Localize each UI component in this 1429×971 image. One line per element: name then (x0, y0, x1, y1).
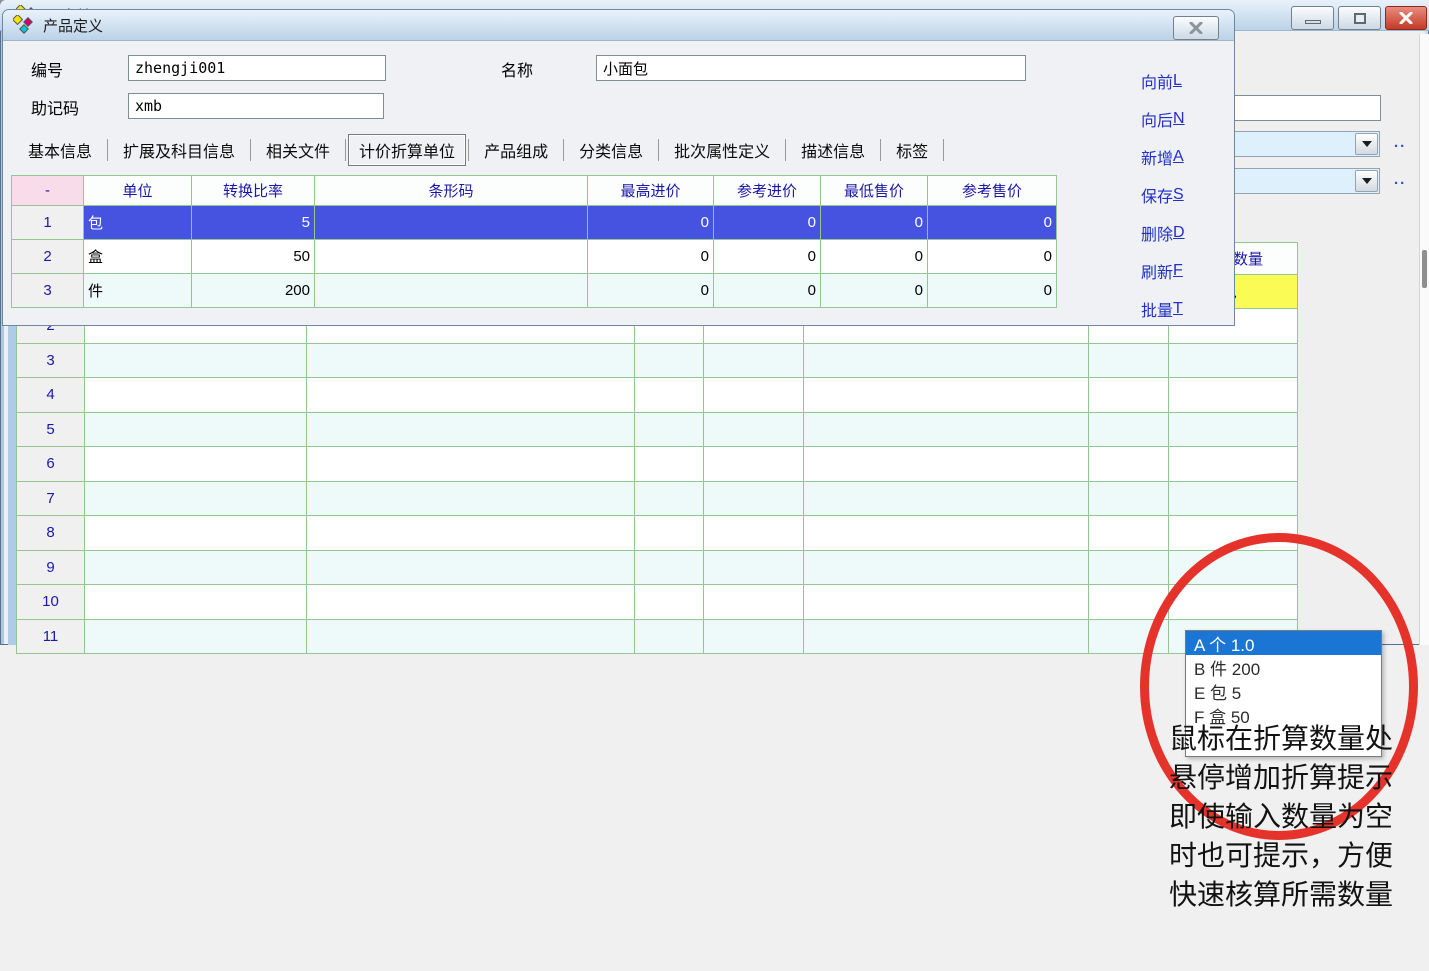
name-label: 名称 (501, 56, 533, 82)
table-row[interactable]: 9 (17, 550, 1298, 585)
tab-7[interactable]: 描述信息 (788, 135, 878, 165)
table-row[interactable]: 8 (17, 516, 1298, 551)
product-window-title: 产品定义 (43, 15, 103, 36)
tab-separator (943, 139, 944, 161)
table-row[interactable]: 1 包 5 0 0 0 0 (12, 206, 1057, 240)
tab-separator (658, 139, 659, 161)
workshop-lookup-dots[interactable]: .. (1394, 171, 1406, 188)
app-icon (13, 15, 35, 35)
annotation-line: 快速核算所需数量 (1169, 875, 1419, 914)
annotation-line: 悬停增加折算提示 (1169, 758, 1419, 797)
tab-separator (563, 139, 564, 161)
chevron-down-icon[interactable] (1355, 170, 1378, 192)
tab-separator (785, 139, 786, 161)
side-button-A[interactable]: 新增A (1141, 138, 1185, 176)
close-button[interactable] (1173, 16, 1219, 40)
side-button-T[interactable]: 批量T (1141, 290, 1185, 328)
tab-separator (345, 139, 346, 161)
mnemonic-input[interactable]: xmb (128, 93, 384, 119)
ratio-header[interactable]: 转换比率 (192, 176, 315, 206)
name-input[interactable]: 小面包 (596, 55, 1026, 81)
vertical-scrollbar[interactable] (1419, 34, 1429, 645)
side-button-S[interactable]: 保存S (1141, 176, 1185, 214)
table-row[interactable]: 11 (17, 619, 1298, 654)
side-button-D[interactable]: 删除D (1141, 214, 1185, 252)
mnemonic-label: 助记码 (31, 94, 79, 120)
code-input[interactable]: zhengji001 (128, 55, 386, 81)
close-icon (1399, 12, 1413, 24)
chevron-down-icon[interactable] (1355, 133, 1378, 155)
tab-6[interactable]: 批次属性定义 (661, 135, 783, 165)
tab-5[interactable]: 分类信息 (566, 135, 656, 165)
tab-separator (468, 139, 469, 161)
entry-table-body: 1 zhengji001 小面包 个 60 0 1 盒+2 包 23456789… (17, 275, 1298, 654)
max-purchase-header[interactable]: 最高进价 (588, 176, 714, 206)
annotation-line: 鼠标在折算数量处 (1169, 719, 1419, 758)
close-icon (1189, 22, 1203, 34)
tab-1[interactable]: 扩展及科目信息 (110, 135, 248, 165)
product-window-titlebar[interactable]: 产品定义 (3, 10, 1234, 41)
scrollbar-thumb[interactable] (1422, 250, 1427, 288)
barcode-header[interactable]: 条形码 (315, 176, 588, 206)
tab-4[interactable]: 产品组成 (471, 135, 561, 165)
table-row[interactable]: 10 (17, 585, 1298, 620)
screen: 产品定义 编号 zhengji001 名称 小面包 助记码 xmb 基本信息扩展… (0, 0, 1429, 971)
tab-separator (880, 139, 881, 161)
side-button-F[interactable]: 刷新F (1141, 252, 1185, 290)
tab-3[interactable]: 计价折算单位 (348, 134, 466, 166)
table-row[interactable]: 6 (17, 447, 1298, 482)
maximize-icon (1354, 13, 1366, 24)
product-definition-window: 产品定义 编号 zhengji001 名称 小面包 助记码 xmb 基本信息扩展… (2, 9, 1235, 326)
ref-purchase-header[interactable]: 参考进价 (714, 176, 821, 206)
minimize-icon (1305, 20, 1321, 24)
tab-separator (250, 139, 251, 161)
code-label: 编号 (31, 56, 63, 82)
close-button[interactable] (1385, 6, 1427, 30)
tab-separator (107, 139, 108, 161)
minimize-button[interactable] (1291, 6, 1334, 30)
ref-sale-header[interactable]: 参考售价 (928, 176, 1057, 206)
product-side-buttons: 向前L向后N新增A保存S删除D刷新F批量T (1141, 62, 1185, 328)
unit-header[interactable]: 单位 (84, 176, 192, 206)
product-tabs: 基本信息扩展及科目信息相关文件计价折算单位产品组成分类信息批次属性定义描述信息标… (15, 134, 946, 166)
table-row[interactable]: 3 (17, 343, 1298, 378)
table-row[interactable]: 2 盒 50 0 0 0 0 (12, 240, 1057, 274)
annotation-line: 即使输入数量为空 (1169, 797, 1419, 836)
unit-table: - 单位 转换比率 条形码 最高进价 参考进价 最低售价 参考售价 1 包 5 … (11, 175, 1057, 308)
table-row[interactable]: 7 (17, 481, 1298, 516)
table-row[interactable]: 3 件 200 0 0 0 0 (12, 274, 1057, 308)
side-button-N[interactable]: 向后N (1141, 100, 1185, 138)
unit-table-corner-header[interactable]: - (12, 176, 84, 206)
min-sale-header[interactable]: 最低售价 (821, 176, 928, 206)
tab-0[interactable]: 基本信息 (15, 135, 105, 165)
table-row[interactable]: 4 (17, 378, 1298, 413)
side-button-L[interactable]: 向前L (1141, 62, 1185, 100)
tab-8[interactable]: 标签 (883, 135, 941, 165)
annotation-line: 时也可提示，方便 (1169, 836, 1419, 875)
table-row[interactable]: 5 (17, 412, 1298, 447)
maximize-button[interactable] (1338, 6, 1381, 30)
annotation-text: 鼠标在折算数量处悬停增加折算提示即使输入数量为空时也可提示，方便快速核算所需数量 (1169, 719, 1419, 914)
tab-2[interactable]: 相关文件 (253, 135, 343, 165)
customer-lookup-dots[interactable]: .. (1394, 134, 1406, 151)
